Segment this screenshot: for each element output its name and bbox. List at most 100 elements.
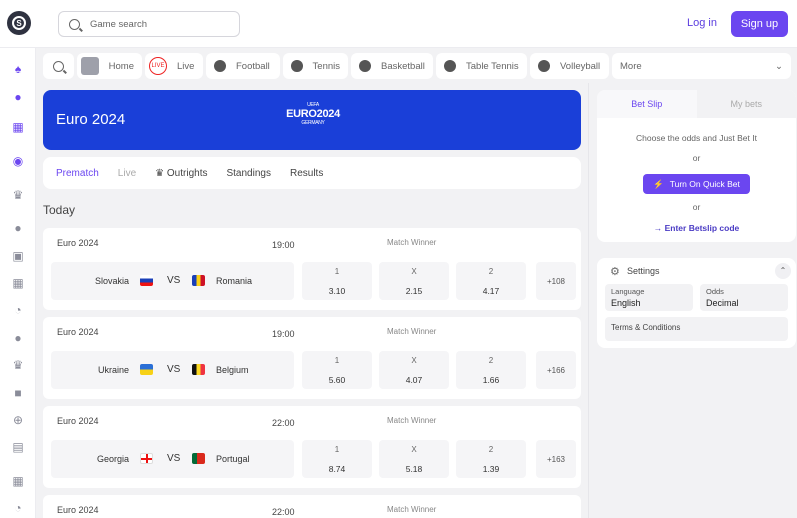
odds-label: Odds (706, 287, 724, 296)
volleyball-icon (538, 60, 550, 72)
odd-home[interactable]: 1 8.74 (302, 440, 372, 478)
card-icon[interactable]: ▤ (11, 440, 25, 454)
apps-icon[interactable]: ▦ (11, 276, 25, 290)
language-select[interactable]: Language English (605, 284, 693, 311)
nav-more[interactable]: More ⌄ (612, 53, 791, 79)
odd-away[interactable]: 2 1.66 (456, 351, 526, 389)
trophy-icon[interactable]: ♛ (11, 188, 25, 202)
quick-bet-label: Turn On Quick Bet (669, 179, 740, 189)
banner-title: Euro 2024 (56, 111, 126, 128)
gear-icon: ⚙ (610, 266, 620, 278)
odd-label: 1 (334, 445, 340, 454)
match-time: 22:00 (272, 507, 295, 517)
apps-icon-2[interactable]: ▦ (11, 474, 25, 488)
signup-button[interactable]: Sign up (731, 11, 788, 37)
event-tabs: Prematch Live ♛ Outrights Standings Resu… (43, 157, 581, 189)
tab-mybets[interactable]: My bets (697, 90, 797, 118)
nav-basketball[interactable]: Basketball (351, 53, 433, 79)
section-title: Today (43, 203, 76, 217)
nav-label: Football (236, 60, 270, 72)
nav-home[interactable]: Home (77, 53, 142, 79)
sport-search-button[interactable] (43, 53, 74, 79)
cup-icon[interactable]: ♛ (11, 358, 25, 372)
match-teams[interactable]: Slovakia VS Romania (51, 262, 294, 300)
odd-draw[interactable]: X 2.15 (379, 262, 449, 300)
nav-label: Basketball (381, 60, 425, 72)
casino-icon[interactable]: ▣ (11, 249, 25, 263)
history-icon[interactable]: ◔ (11, 501, 25, 515)
odd-home[interactable]: 1 5.60 (302, 351, 372, 389)
match-card: Euro 2024 19:00 Match Winner Slovakia VS… (43, 228, 581, 310)
nav-label: More (620, 60, 642, 72)
vs-label: VS (167, 364, 181, 375)
logo-mark: S (12, 16, 26, 30)
nav-live[interactable]: LIVE Live (145, 53, 203, 79)
match-teams[interactable]: Ukraine VS Belgium (51, 351, 294, 389)
soccer-ball-icon[interactable]: ● (11, 331, 25, 345)
badge-icon[interactable]: ■ (11, 386, 25, 400)
vs-label: VS (167, 275, 181, 286)
tab-standings[interactable]: Standings (226, 168, 270, 179)
away-team: Belgium (216, 365, 249, 375)
match-teams[interactable]: Georgia VS Portugal (51, 440, 294, 478)
grid-icon[interactable]: ▦ (11, 120, 25, 134)
odd-home[interactable]: 1 3.10 (302, 262, 372, 300)
more-markets-button[interactable]: +166 (536, 351, 576, 389)
or-text: or (692, 153, 701, 163)
nav-table-tennis[interactable]: Table Tennis (436, 53, 527, 79)
basketball-icon (359, 60, 371, 72)
left-sidebar: ♠ ● ▦ ◉ ♛ ● ▣ ▦ ◔ ● ♛ ■ ⊕ ▤ ▦ ◔ (0, 48, 36, 518)
odd-draw[interactable]: X 4.07 (379, 351, 449, 389)
nav-volleyball[interactable]: Volleyball (530, 53, 609, 79)
match-card: Euro 2024 19:00 Match Winner Ukraine VS … (43, 317, 581, 399)
nav-football[interactable]: Football (206, 53, 280, 79)
nav-label: Tennis (312, 60, 340, 72)
odd-away[interactable]: 2 1.39 (456, 440, 526, 478)
more-markets-button[interactable]: +108 (536, 262, 576, 300)
game-search-input[interactable]: Game search (58, 11, 240, 37)
tab-results[interactable]: Results (290, 168, 323, 179)
market-name: Match Winner (387, 238, 437, 247)
nav-label: Home (108, 60, 134, 72)
odds-format-select[interactable]: Odds Decimal (700, 284, 788, 311)
odd-label: 1 (334, 356, 340, 365)
tab-betslip[interactable]: Bet Slip (597, 90, 697, 118)
betslip-prompt: Choose the odds and Just Bet It (636, 133, 757, 143)
match-time: 22:00 (272, 418, 295, 428)
odd-draw[interactable]: X 5.18 (379, 440, 449, 478)
plus-icon[interactable]: ⊕ (11, 413, 25, 427)
euro-banner[interactable]: Euro 2024 UEFA EURO2024 GERMANY (43, 90, 581, 150)
terms-link[interactable]: Terms & Conditions (605, 317, 788, 341)
sports-icon[interactable]: ◉ (11, 154, 25, 168)
nav-label: Live (177, 60, 195, 72)
login-link[interactable]: Log in (687, 17, 717, 29)
odd-value: 5.18 (405, 464, 423, 474)
odd-value: 5.60 (328, 375, 346, 385)
odd-value: 8.74 (328, 464, 346, 474)
tab-outrights[interactable]: ♛ Outrights (155, 168, 207, 179)
spade-icon[interactable]: ♠ (11, 62, 25, 76)
search-placeholder: Game search (90, 18, 148, 30)
language-value: English (611, 298, 641, 308)
clock-icon[interactable]: ◔ (11, 303, 25, 317)
away-team: Romania (216, 276, 253, 286)
ticket-icon[interactable]: ● (11, 221, 25, 235)
tab-prematch[interactable]: Prematch (56, 168, 99, 179)
site-logo[interactable]: S (7, 11, 31, 35)
quick-bet-button[interactable]: ⚡ Turn On Quick Bet (643, 174, 750, 194)
tab-live[interactable]: Live (118, 168, 136, 179)
odd-label: 1 (334, 267, 340, 276)
logo-sub-text: GERMANY (301, 120, 325, 126)
nav-tennis[interactable]: Tennis (283, 53, 348, 79)
league-name: Euro 2024 (57, 416, 99, 426)
odd-away[interactable]: 2 4.17 (456, 262, 526, 300)
home-icon (81, 57, 99, 75)
basketball-icon[interactable]: ● (11, 90, 25, 104)
nav-label: Volleyball (560, 60, 601, 72)
more-markets-button[interactable]: +163 (536, 440, 576, 478)
odd-value: 2.15 (405, 286, 423, 296)
chevron-up-icon[interactable]: ⌃ (775, 263, 791, 279)
odd-label: X (411, 445, 417, 454)
enter-betslip-code-link[interactable]: → Enter Betslip code (597, 223, 796, 233)
league-name: Euro 2024 (57, 238, 99, 248)
